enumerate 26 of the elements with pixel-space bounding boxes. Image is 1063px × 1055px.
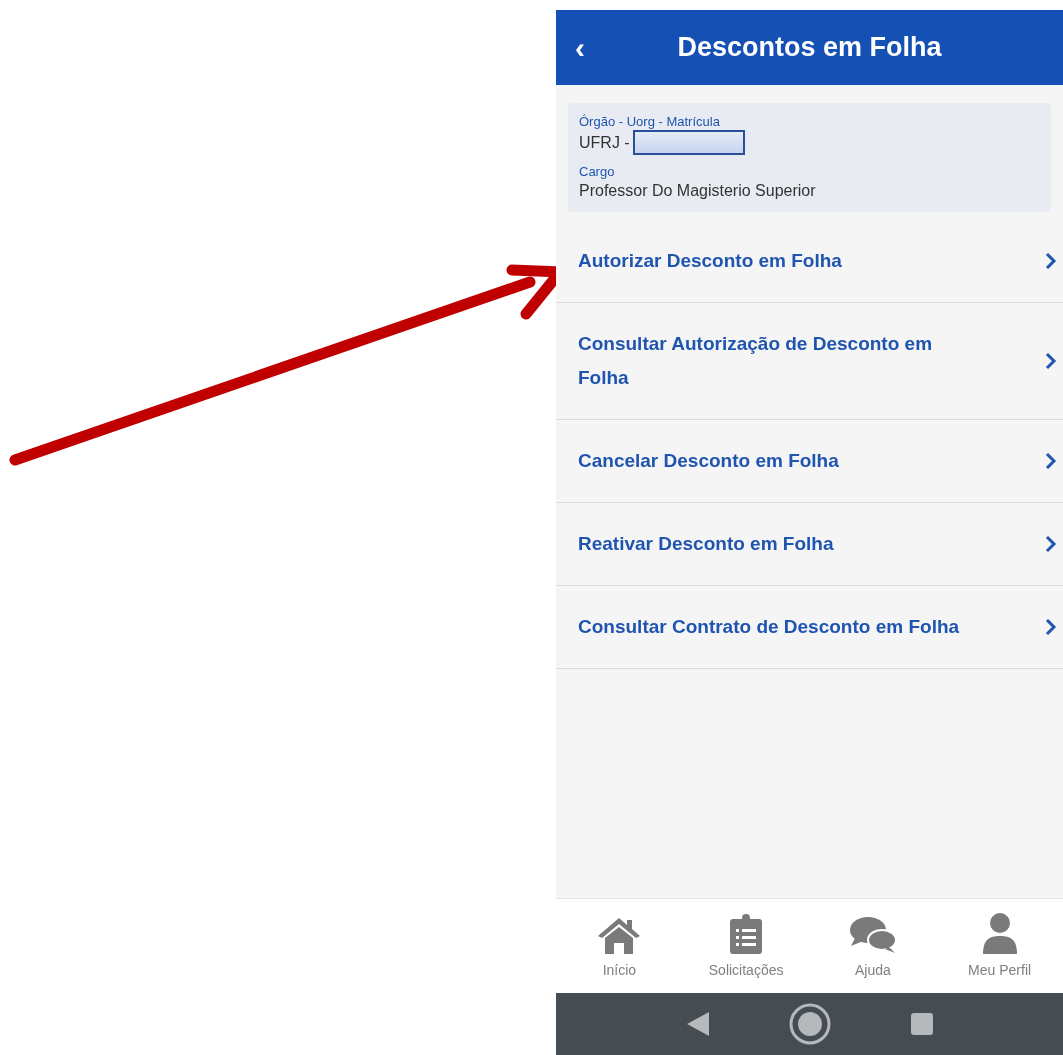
menu-item[interactable]: Cancelar Desconto em Folha bbox=[556, 420, 1063, 503]
back-icon[interactable] bbox=[686, 1012, 709, 1036]
screen-title: Descontos em Folha bbox=[677, 31, 942, 65]
nav-tab[interactable]: Meu Perfil bbox=[936, 911, 1063, 981]
menu-item[interactable]: Consultar Autorização de Desconto em Folha bbox=[556, 303, 1063, 420]
recents-icon[interactable] bbox=[910, 1013, 933, 1035]
chevron-icon bbox=[1045, 252, 1057, 270]
back-button[interactable]: ‹ bbox=[568, 32, 592, 63]
menu-item[interactable]: Consultar Contrato de Desconto em Folha bbox=[556, 586, 1063, 669]
field-value: UFRJ - bbox=[579, 132, 630, 153]
home-icon[interactable] bbox=[788, 1003, 831, 1045]
clipboard-list-icon bbox=[730, 913, 763, 954]
chevron-icon bbox=[1045, 352, 1057, 370]
nav-tab[interactable]: Ajuda bbox=[809, 911, 937, 981]
field-label: Cargo bbox=[579, 163, 616, 180]
user-icon bbox=[980, 911, 1019, 954]
nav-tab[interactable]: Solicitações bbox=[682, 911, 810, 981]
chevron-icon bbox=[1045, 618, 1057, 636]
chevron-icon bbox=[1045, 535, 1057, 553]
field-label: Órgão - Uorg - Matrícula bbox=[579, 113, 721, 130]
chevron-icon bbox=[1045, 452, 1057, 470]
menu-item[interactable]: Autorizar Desconto em Folha bbox=[556, 220, 1063, 303]
chat-bubbles-icon bbox=[848, 915, 897, 954]
nav-tab[interactable]: Início bbox=[556, 911, 683, 981]
menu-item[interactable]: Reativar Desconto em Folha bbox=[556, 503, 1063, 586]
field-value: Professor Do Magisterio Superior bbox=[579, 181, 816, 201]
